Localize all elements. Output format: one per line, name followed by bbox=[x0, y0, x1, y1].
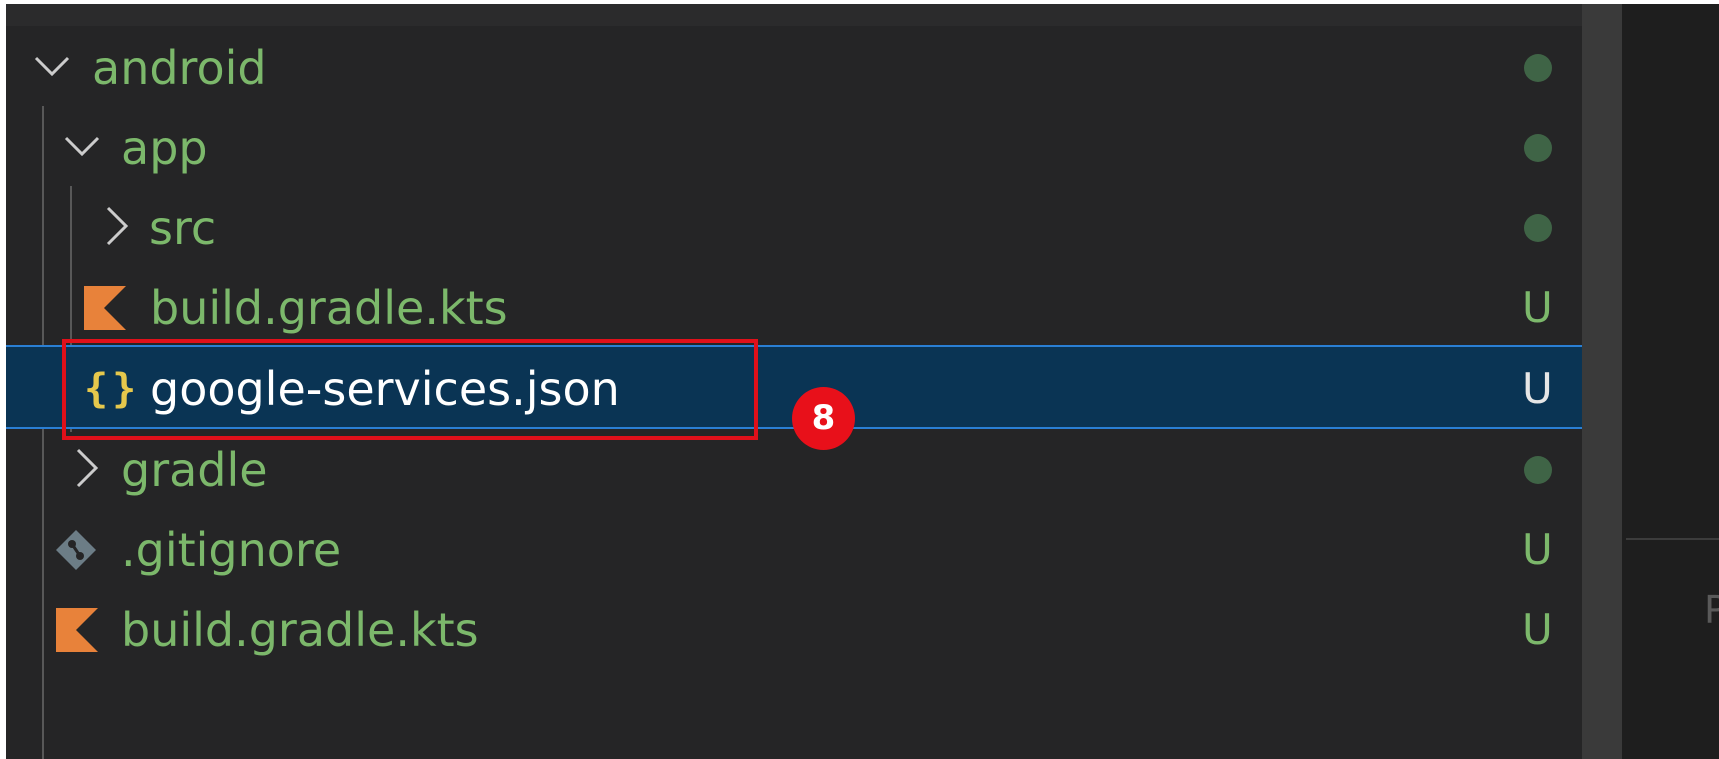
editor-peek-text: P bbox=[1704, 588, 1719, 632]
tree-item-app[interactable]: app bbox=[6, 104, 1622, 192]
status-modified-dot bbox=[1524, 54, 1552, 82]
status-untracked: U bbox=[1522, 364, 1553, 413]
chevron-down-icon[interactable] bbox=[30, 44, 74, 88]
step-badge: 8 bbox=[792, 387, 855, 450]
tree-item-src[interactable]: src bbox=[6, 184, 1622, 272]
tree-item-label: build.gradle.kts bbox=[150, 281, 508, 335]
tree-item-android[interactable]: android bbox=[6, 24, 1622, 112]
chevron-right-icon[interactable] bbox=[94, 204, 138, 248]
highlight-box bbox=[62, 339, 758, 440]
kotlin-icon bbox=[84, 286, 126, 330]
status-modified-dot bbox=[1524, 456, 1552, 484]
tree-item-label: src bbox=[149, 201, 217, 255]
status-modified-dot bbox=[1524, 134, 1552, 162]
tree-item-build-gradle-kts[interactable]: build.gradle.kts U bbox=[6, 586, 1622, 674]
status-modified-dot bbox=[1524, 214, 1552, 242]
tree-item-label: .gitignore bbox=[121, 523, 342, 577]
status-untracked: U bbox=[1522, 605, 1553, 654]
git-icon bbox=[56, 530, 96, 570]
status-untracked: U bbox=[1522, 283, 1553, 332]
chevron-right-icon[interactable] bbox=[64, 446, 108, 490]
tree-item-label: gradle bbox=[121, 443, 268, 497]
explorer-top-strip bbox=[6, 4, 1622, 26]
status-untracked: U bbox=[1522, 525, 1553, 574]
editor-pane: P bbox=[1622, 4, 1719, 759]
tree-item-label: android bbox=[92, 41, 267, 95]
tree-item-gitignore[interactable]: .gitignore U bbox=[6, 506, 1622, 594]
vertical-scrollbar[interactable] bbox=[1582, 4, 1622, 759]
tree-item-label: build.gradle.kts bbox=[121, 603, 479, 657]
tree-item-label: app bbox=[121, 121, 208, 175]
chevron-down-icon[interactable] bbox=[60, 124, 104, 168]
panel-divider bbox=[1626, 538, 1719, 540]
kotlin-icon bbox=[56, 608, 98, 652]
